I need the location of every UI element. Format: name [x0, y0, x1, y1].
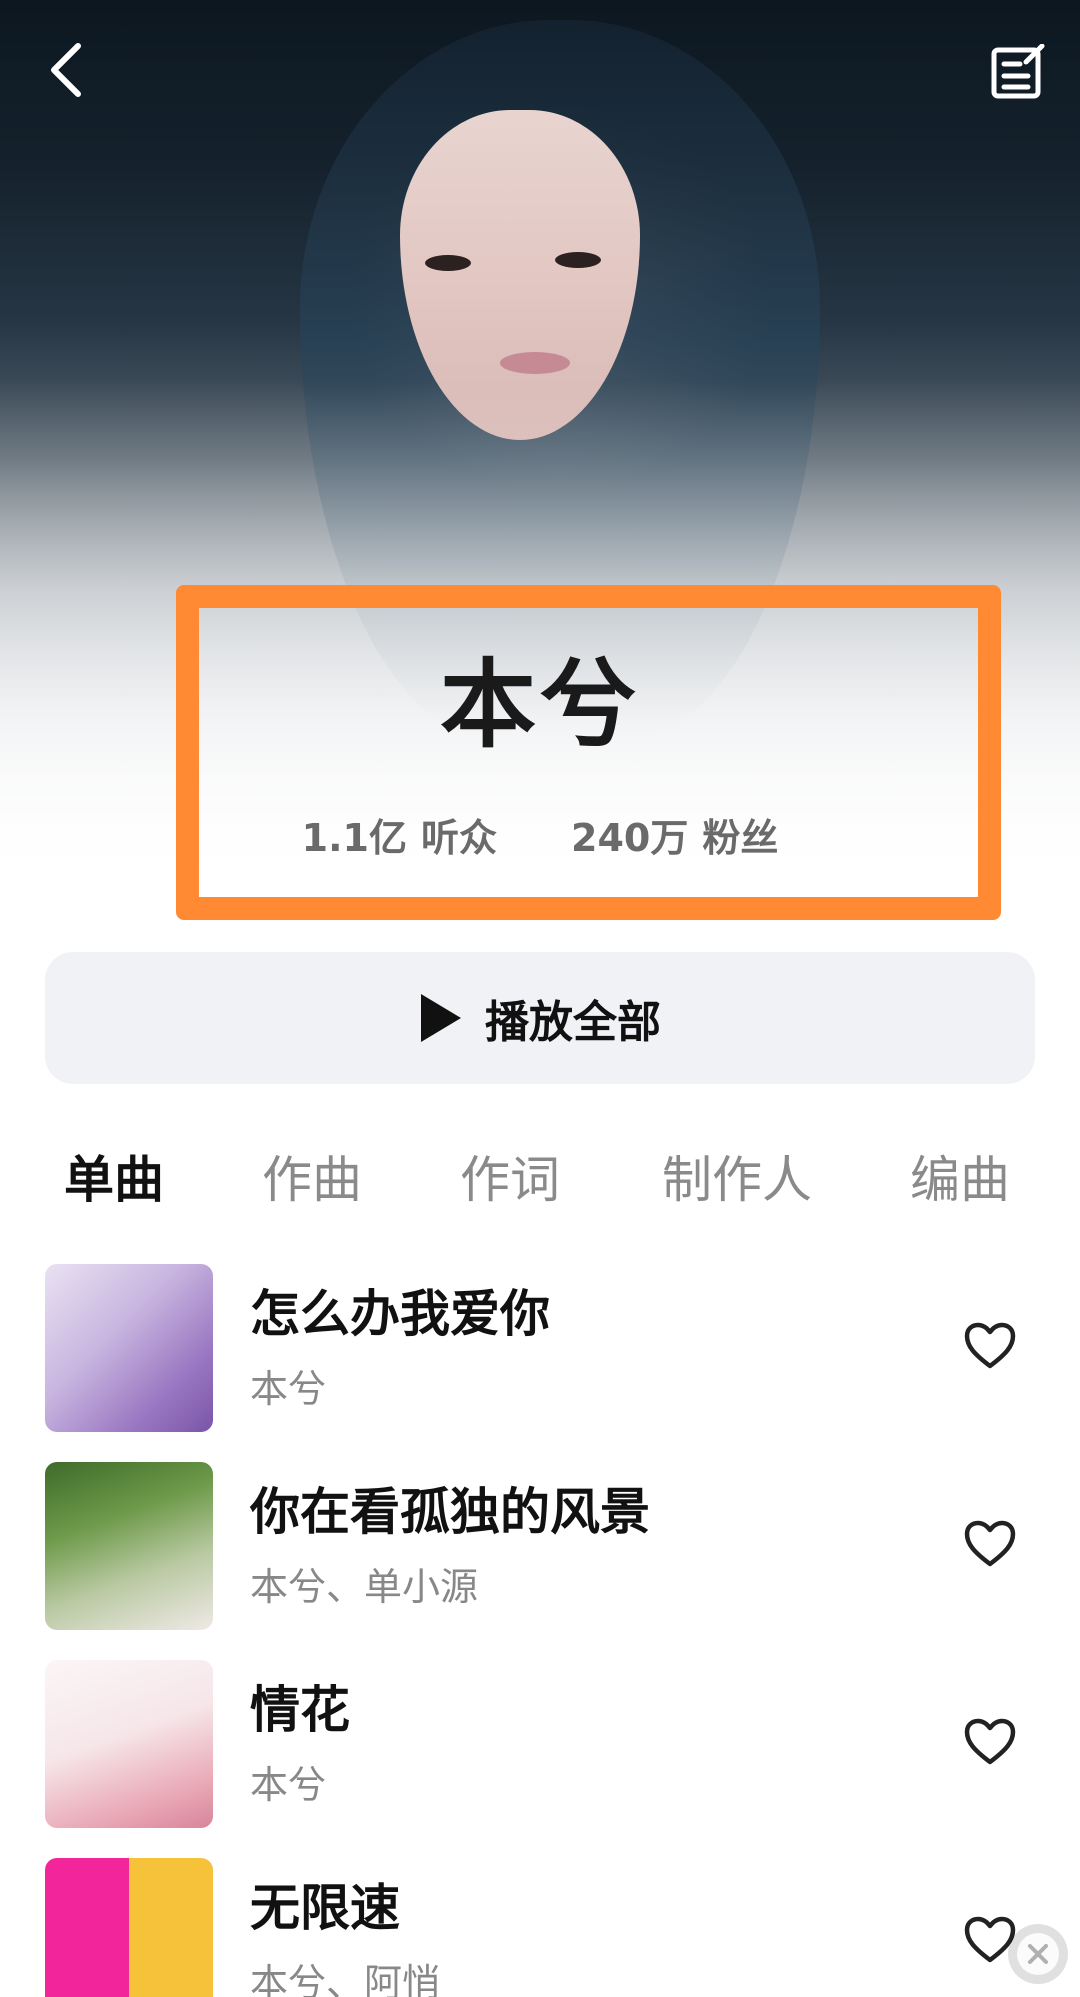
album-cover	[45, 1660, 213, 1828]
heart-outline-icon	[964, 1322, 1016, 1369]
song-list: 怎么办我爱你 本兮 你在看孤独的风景 本兮、单小源 情花 本兮 无限速 本兮、阿…	[0, 1264, 1080, 1997]
play-all-label: 播放全部	[485, 997, 661, 1048]
back-button[interactable]	[36, 40, 96, 100]
play-all-button[interactable]: 播放全部	[45, 952, 1035, 1084]
close-button-inner	[1017, 1933, 1059, 1975]
tab-producer[interactable]: 制作人	[662, 1140, 812, 1220]
tab-lyricist[interactable]: 作词	[460, 1140, 560, 1220]
song-title: 情花	[250, 1681, 350, 1739]
album-cover	[45, 1462, 213, 1630]
heart-outline-icon	[964, 1520, 1016, 1567]
song-artist: 本兮、单小源	[250, 1565, 479, 1609]
song-title: 你在看孤独的风景	[250, 1483, 650, 1541]
album-cover-text: 无限速	[59, 1988, 149, 1997]
artist-name: 本兮	[440, 649, 640, 761]
like-button[interactable]	[960, 1514, 1020, 1574]
song-artist: 本兮、阿悄	[250, 1961, 441, 1997]
song-title: 无限速	[250, 1879, 400, 1937]
artist-stats: 1.1亿 听众 240万 粉丝	[0, 810, 1080, 866]
edit-button[interactable]	[990, 44, 1046, 100]
tab-singles[interactable]: 单曲	[64, 1140, 164, 1220]
fans-value: 240万	[571, 816, 689, 860]
close-floating-button[interactable]	[1008, 1924, 1068, 1984]
listeners-stat: 1.1亿 听众	[302, 810, 497, 866]
content-tabs: 单曲 作曲 作词 制作人 编曲	[0, 1140, 1080, 1220]
listeners-value: 1.1亿	[301, 816, 407, 860]
tab-composer[interactable]: 作曲	[262, 1140, 362, 1220]
song-row[interactable]: 怎么办我爱你 本兮	[0, 1264, 1080, 1462]
tab-arranger[interactable]: 编曲	[910, 1140, 1010, 1220]
chevron-left-icon	[51, 43, 81, 97]
song-row[interactable]: 你在看孤独的风景 本兮、单小源	[0, 1462, 1080, 1660]
like-button[interactable]	[960, 1712, 1020, 1772]
heart-outline-icon	[964, 1718, 1016, 1765]
like-button[interactable]	[960, 1316, 1020, 1376]
play-icon	[421, 994, 461, 1042]
album-cover	[45, 1264, 213, 1432]
song-artist: 本兮	[250, 1763, 327, 1807]
song-artist: 本兮	[250, 1367, 327, 1411]
listeners-label: 听众	[420, 816, 497, 860]
fans-stat: 240万 粉丝	[571, 810, 778, 866]
fans-label: 粉丝	[702, 816, 779, 860]
close-icon	[1028, 1944, 1048, 1964]
song-title: 怎么办我爱你	[250, 1285, 550, 1343]
album-cover: 无限速	[45, 1858, 213, 1997]
edit-note-icon	[991, 44, 1045, 99]
song-row[interactable]: 情花 本兮	[0, 1660, 1080, 1858]
song-row[interactable]: 无限速 无限速 本兮、阿悄	[0, 1858, 1080, 1997]
